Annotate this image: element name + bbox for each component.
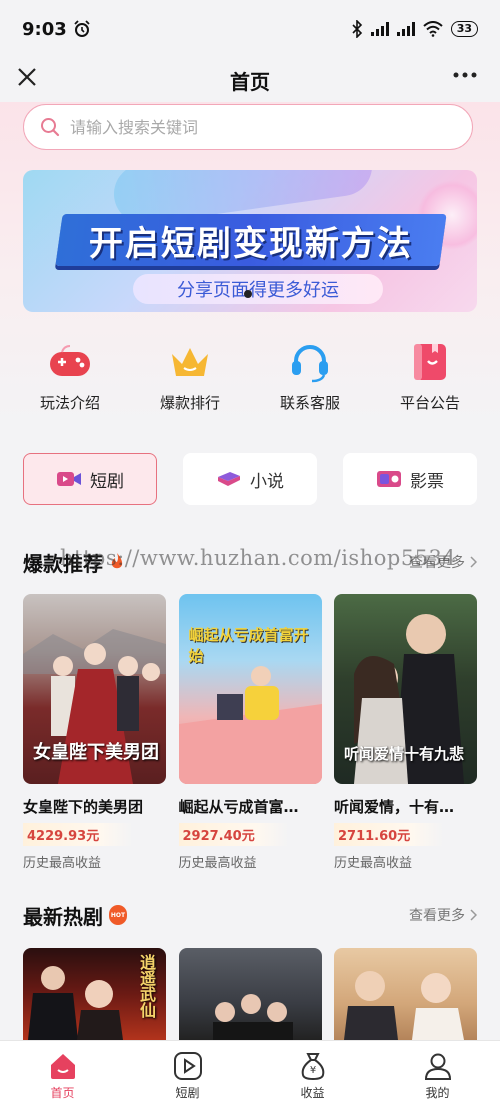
drama-card[interactable]: 崛起从亏成首富开始 崛起从亏成首富… 2927.40元 历史最高收益: [178, 594, 322, 871]
clock: 9:03: [22, 18, 67, 40]
close-icon[interactable]: [16, 66, 38, 93]
drama-card[interactable]: [334, 948, 477, 1040]
hot-badge-icon: HOT: [109, 905, 127, 925]
battery-indicator: 33: [450, 21, 478, 37]
tab-novel[interactable]: 小说: [183, 453, 317, 505]
watermark-text: https://www.huzhan.com/ishop5534: [60, 546, 457, 570]
headset-icon: [288, 340, 332, 384]
poster-text: 女皇陛下美男团: [33, 742, 159, 763]
notice-book-icon: [408, 340, 452, 384]
quick-action-guide[interactable]: 玩法介绍: [15, 340, 125, 420]
earnings-caption: 历史最高收益: [23, 856, 102, 871]
drama-poster: 逍遥武仙: [23, 948, 166, 1040]
earnings-caption: 历史最高收益: [334, 856, 413, 871]
tab-label: 影票: [410, 471, 444, 492]
nav-label: 收益: [300, 1086, 325, 1100]
chevron-right-icon: [470, 909, 477, 921]
search-icon: [41, 118, 60, 137]
status-bar: 9:03 33: [0, 0, 500, 58]
poster-text: 崛起从亏成首富开始: [188, 626, 309, 665]
drama-card[interactable]: [178, 948, 322, 1040]
banner-indicator-dot: [244, 290, 252, 298]
money-bag-icon: ¥: [301, 1053, 324, 1081]
drama-poster: 崛起从亏成首富开始: [178, 594, 322, 784]
quick-action-label: 玩法介绍: [39, 394, 100, 412]
nav-label: 短剧: [175, 1086, 200, 1100]
tab-movie-ticket[interactable]: 影票: [343, 453, 477, 505]
tab-label: 短剧: [90, 471, 124, 492]
poster-text: 听闻爱情十有九悲: [344, 745, 465, 763]
status-right: 33: [351, 20, 478, 38]
new-section-header: 最新热剧 HOT 查看更多: [23, 898, 477, 932]
poster-text: 逍遥武仙: [137, 954, 156, 1018]
drama-earnings: 2711.60元: [334, 823, 444, 846]
drama-title: 听闻爱情，十有…: [334, 798, 455, 816]
drama-card[interactable]: 女皇陛下美男团 女皇陛下的美男团 4229.93元 历史最高收益: [23, 594, 166, 871]
quick-action-label: 联系客服: [279, 394, 340, 412]
quick-action-notice[interactable]: 平台公告: [375, 340, 485, 420]
status-left: 9:03: [22, 19, 91, 40]
drama-poster: 听闻爱情十有九悲: [334, 594, 477, 784]
svg-text:¥: ¥: [309, 1065, 315, 1076]
quick-action-label: 爆款排行: [159, 394, 220, 412]
drama-title: 女皇陛下的美男团: [23, 798, 144, 816]
drama-card[interactable]: 逍遥武仙: [23, 948, 166, 1040]
quick-action-support[interactable]: 联系客服: [255, 340, 365, 420]
banner-title: 开启短剧变现新方法: [89, 223, 413, 264]
drama-poster: [178, 948, 322, 1040]
home-icon: [50, 1054, 75, 1079]
wifi-icon: [423, 21, 443, 37]
nav-earnings[interactable]: ¥ 收益: [263, 1051, 363, 1101]
view-more-link[interactable]: 查看更多: [409, 905, 477, 925]
drama-card[interactable]: 听闻爱情十有九悲 听闻爱情，十有… 2711.60元 历史最高收益: [334, 594, 477, 871]
quick-action-label: 平台公告: [399, 394, 460, 412]
nav-label: 首页: [50, 1086, 75, 1100]
alarm-icon: [74, 20, 90, 37]
nav-short-drama[interactable]: 短剧: [138, 1051, 238, 1101]
book-icon: [218, 472, 240, 486]
search-bar[interactable]: [23, 104, 473, 150]
bottom-navigation: 首页 短剧 ¥ 收益 我的: [0, 1040, 500, 1111]
tab-label: 小说: [250, 471, 284, 492]
drama-poster: [334, 948, 477, 1040]
view-more-text: 查看更多: [409, 908, 465, 924]
film-ticket-icon: [377, 471, 401, 487]
crown-icon: [168, 340, 212, 384]
tab-short-drama[interactable]: 短剧: [23, 453, 157, 505]
chevron-right-icon: [470, 556, 477, 568]
video-icon: [57, 472, 81, 486]
drama-earnings: 2927.40元: [178, 823, 289, 846]
banner-subtitle: 分享页面得更多好运: [133, 274, 383, 304]
drama-poster: 女皇陛下美男团: [23, 594, 166, 784]
page-title: 首页: [230, 69, 270, 94]
title-bar: 首页: [0, 58, 500, 102]
category-tabs: 短剧 小说 影票: [23, 453, 477, 505]
bluetooth-icon: [352, 20, 362, 38]
banner-title-box: 开启短剧变现新方法: [55, 214, 447, 266]
quick-action-ranking[interactable]: 爆款排行: [135, 340, 245, 420]
play-icon: [173, 1052, 202, 1080]
signal-icon-2: [396, 22, 415, 36]
section-title-text: 最新热剧: [23, 904, 103, 929]
section-title: 最新热剧 HOT: [23, 901, 127, 930]
nav-profile[interactable]: 我的: [388, 1051, 488, 1101]
new-list: 逍遥武仙: [23, 948, 477, 1040]
signal-icon: [370, 22, 389, 36]
earnings-caption: 历史最高收益: [178, 856, 257, 871]
search-input[interactable]: [70, 117, 430, 137]
drama-earnings: 4229.93元: [23, 823, 133, 846]
nav-home[interactable]: 首页: [13, 1051, 113, 1101]
drama-title: 崛起从亏成首富…: [178, 798, 299, 816]
gamepad-icon: [48, 340, 92, 384]
hot-list: 女皇陛下美男团 女皇陛下的美男团 4229.93元 历史最高收益 崛起从亏成首富…: [23, 594, 477, 871]
quick-actions: 玩法介绍 爆款排行 联系客服 平台公告: [0, 340, 500, 420]
more-options-icon[interactable]: [452, 62, 478, 95]
user-icon: [424, 1053, 451, 1080]
nav-label: 我的: [425, 1086, 450, 1100]
